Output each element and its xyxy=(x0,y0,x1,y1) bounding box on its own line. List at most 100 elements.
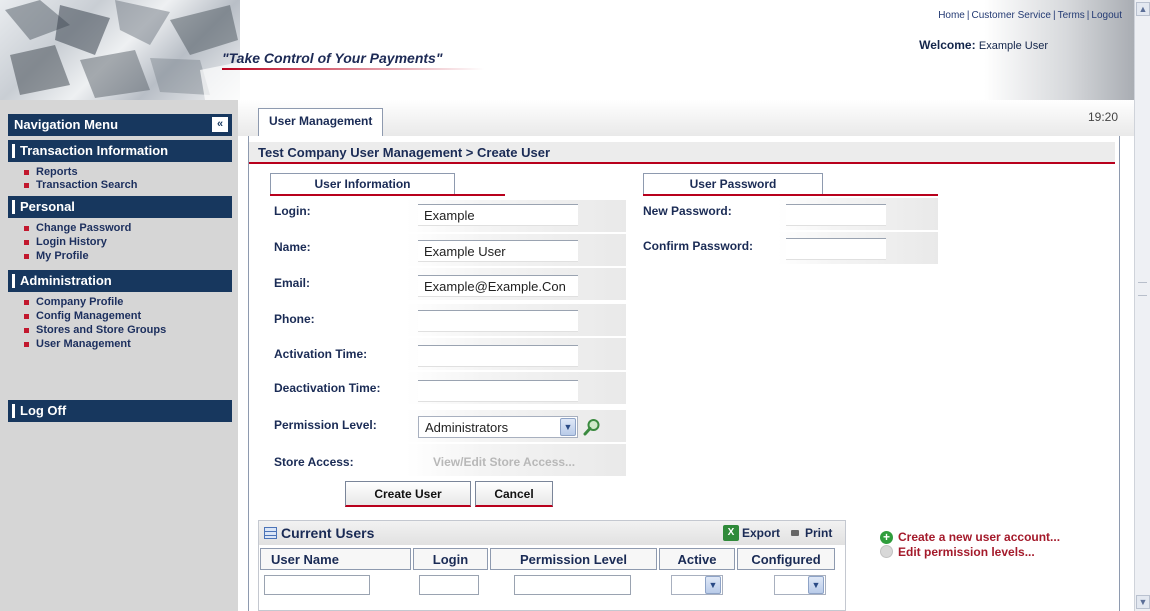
user-password-tab: User Password xyxy=(643,173,823,195)
sidebar-item-login-history[interactable]: Login History xyxy=(24,236,107,248)
sidebar-item-transaction-search[interactable]: Transaction Search xyxy=(24,179,138,191)
nav-section-personal[interactable]: Personal xyxy=(8,196,232,218)
nav-menu-title: Navigation Menu « xyxy=(8,114,232,136)
tab-user-management[interactable]: User Management xyxy=(258,108,384,136)
deactivation-time-field[interactable] xyxy=(418,380,578,402)
filter-configured-select[interactable]: ▼ xyxy=(774,575,826,595)
new-password-field[interactable] xyxy=(786,204,886,226)
search-icon[interactable] xyxy=(583,418,601,436)
name-field[interactable] xyxy=(418,240,578,262)
confirm-password-field[interactable] xyxy=(786,238,886,260)
current-users-title: Current Users xyxy=(281,525,375,541)
chevron-down-icon[interactable]: ▼ xyxy=(705,576,721,594)
sidebar-item-my-profile[interactable]: My Profile xyxy=(24,250,89,262)
current-users-panel: Current Users X Export Print User Name L… xyxy=(258,520,846,611)
bullet-icon xyxy=(24,328,29,333)
filter-permission-level-input[interactable] xyxy=(514,575,631,595)
filter-user-name-input[interactable] xyxy=(264,575,370,595)
name-label: Name: xyxy=(274,240,311,254)
cancel-button[interactable]: Cancel xyxy=(475,481,553,507)
scroll-down-arrow[interactable]: ▼ xyxy=(1136,595,1150,609)
sidebar-item-company-profile[interactable]: Company Profile xyxy=(24,296,124,308)
collapse-nav-button[interactable]: « xyxy=(212,117,228,132)
breadcrumb-underline xyxy=(249,162,1115,164)
login-label: Login: xyxy=(274,204,311,218)
new-password-label: New Password: xyxy=(643,204,732,218)
user-information-underline xyxy=(270,194,505,196)
tagline-underline xyxy=(222,68,484,70)
current-users-header: Current Users X Export Print xyxy=(259,521,845,545)
activation-time-field[interactable] xyxy=(418,345,578,367)
bullet-icon xyxy=(24,342,29,347)
bullet-icon xyxy=(24,183,29,188)
vertical-scrollbar[interactable]: ▲ ▼ xyxy=(1134,0,1150,611)
scroll-up-arrow[interactable]: ▲ xyxy=(1136,2,1150,16)
sidebar-item-label: Login History xyxy=(36,236,107,248)
sidebar-item-label: My Profile xyxy=(36,250,89,262)
permission-level-value: Administrators xyxy=(425,420,509,435)
filter-active-select[interactable]: ▼ xyxy=(671,575,723,595)
print-link[interactable]: Print xyxy=(805,526,832,540)
sidebar-item-user-management[interactable]: User Management xyxy=(24,338,131,350)
email-label: Email: xyxy=(274,276,311,290)
logo-artwork xyxy=(0,0,240,100)
welcome-user: Example User xyxy=(978,40,1048,52)
confirm-password-label: Confirm Password: xyxy=(643,239,754,253)
printer-icon[interactable] xyxy=(791,530,799,536)
breadcrumb: Test Company User Management > Create Us… xyxy=(258,145,550,160)
scroll-grip[interactable] xyxy=(1138,282,1147,296)
bullet-icon xyxy=(24,300,29,305)
store-access-link[interactable]: View/Edit Store Access... xyxy=(433,455,575,469)
phone-field[interactable] xyxy=(418,310,578,332)
column-header-login[interactable]: Login xyxy=(413,548,488,570)
chevron-down-icon[interactable]: ▼ xyxy=(560,418,576,436)
bullet-icon xyxy=(24,314,29,319)
excel-export-icon[interactable]: X xyxy=(723,525,739,541)
phone-label: Phone: xyxy=(274,312,315,326)
nav-menu-title-text: Navigation Menu xyxy=(14,117,119,132)
nav-section-log-off[interactable]: Log Off xyxy=(8,400,232,422)
clock: 19:20 xyxy=(1087,110,1118,124)
edit-permission-levels-link[interactable]: Edit permission levels... xyxy=(898,545,1035,559)
tagline: "Take Control of Your Payments" xyxy=(222,50,443,66)
bullet-icon xyxy=(24,254,29,259)
login-field[interactable] xyxy=(418,204,578,226)
welcome-label: Welcome: xyxy=(919,38,976,52)
sidebar-item-label: Reports xyxy=(36,166,78,178)
bullet-icon xyxy=(24,170,29,175)
main-content: User Management 19:20 Test Company User … xyxy=(238,100,1134,611)
nav-section-administration[interactable]: Administration xyxy=(8,270,232,292)
add-circle-icon[interactable]: + xyxy=(880,531,893,544)
terms-link[interactable]: Terms xyxy=(1058,10,1085,21)
filter-login-input[interactable] xyxy=(419,575,479,595)
create-user-account-link[interactable]: Create a new user account... xyxy=(898,530,1060,544)
export-link[interactable]: Export xyxy=(742,526,780,540)
permission-level-select[interactable]: Administrators ▼ xyxy=(418,416,578,438)
sidebar: Navigation Menu « Transaction Informatio… xyxy=(0,100,238,611)
sidebar-item-label: Config Management xyxy=(36,310,142,322)
sidebar-item-change-password[interactable]: Change Password xyxy=(24,222,131,234)
chevron-down-icon[interactable]: ▼ xyxy=(808,576,824,594)
store-access-label: Store Access: xyxy=(274,455,354,469)
sidebar-item-config-management[interactable]: Config Management xyxy=(24,310,142,322)
column-header-active[interactable]: Active xyxy=(659,548,735,570)
logout-link[interactable]: Logout xyxy=(1091,10,1122,21)
sidebar-item-label: User Management xyxy=(36,338,131,350)
edit-permission-icon[interactable] xyxy=(880,545,893,558)
home-link[interactable]: Home xyxy=(938,10,965,21)
email-field[interactable] xyxy=(418,275,578,297)
welcome-message: Welcome: Example User xyxy=(919,38,1048,52)
sidebar-item-stores-and-store-groups[interactable]: Stores and Store Groups xyxy=(24,324,166,336)
sidebar-item-label: Transaction Search xyxy=(36,179,138,191)
sidebar-item-reports[interactable]: Reports xyxy=(24,166,78,178)
sidebar-item-label: Company Profile xyxy=(36,296,124,308)
create-user-button[interactable]: Create User xyxy=(345,481,471,507)
link-separator: | xyxy=(1052,10,1056,21)
column-header-permission-level[interactable]: Permission Level xyxy=(490,548,657,570)
nav-section-transaction-information[interactable]: Transaction Information xyxy=(8,140,232,162)
user-information-tab: User Information xyxy=(270,173,455,195)
customer-service-link[interactable]: Customer Service xyxy=(971,10,1050,21)
column-header-user-name[interactable]: User Name xyxy=(260,548,411,570)
bullet-icon xyxy=(24,226,29,231)
column-header-configured[interactable]: Configured xyxy=(737,548,835,570)
